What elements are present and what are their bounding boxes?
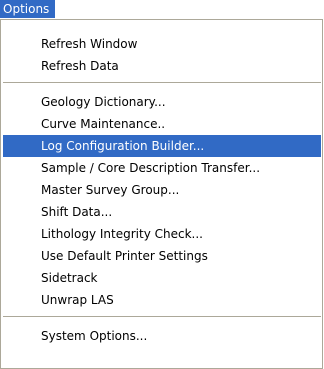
menu-item-list: Refresh Window Refresh Data Geology Dict… xyxy=(3,33,321,347)
menu-item-curve-maintenance[interactable]: Curve Maintenance.. xyxy=(3,113,321,135)
menu-item-unwrap-las[interactable]: Unwrap LAS xyxy=(3,289,321,311)
options-dropdown-menu: Refresh Window Refresh Data Geology Dict… xyxy=(0,19,323,369)
menu-item-shift-data[interactable]: Shift Data... xyxy=(3,201,321,223)
menu-separator xyxy=(3,311,321,325)
menu-item-geology-dictionary[interactable]: Geology Dictionary... xyxy=(3,91,321,113)
menu-separator xyxy=(3,77,321,91)
menu-item-lithology-integrity-check[interactable]: Lithology Integrity Check... xyxy=(3,223,321,245)
menu-item-sample-core-description-transfer[interactable]: Sample / Core Description Transfer... xyxy=(3,157,321,179)
menu-item-sidetrack[interactable]: Sidetrack xyxy=(3,267,321,289)
menubar-options[interactable]: Options xyxy=(0,0,55,18)
menu-item-master-survey-group[interactable]: Master Survey Group... xyxy=(3,179,321,201)
menu-item-system-options[interactable]: System Options... xyxy=(3,325,321,347)
menu-item-refresh-window[interactable]: Refresh Window xyxy=(3,33,321,55)
menu-item-refresh-data[interactable]: Refresh Data xyxy=(3,55,321,77)
menu-item-use-default-printer-settings[interactable]: Use Default Printer Settings xyxy=(3,245,321,267)
menu-item-log-configuration-builder[interactable]: Log Configuration Builder... xyxy=(3,135,321,157)
